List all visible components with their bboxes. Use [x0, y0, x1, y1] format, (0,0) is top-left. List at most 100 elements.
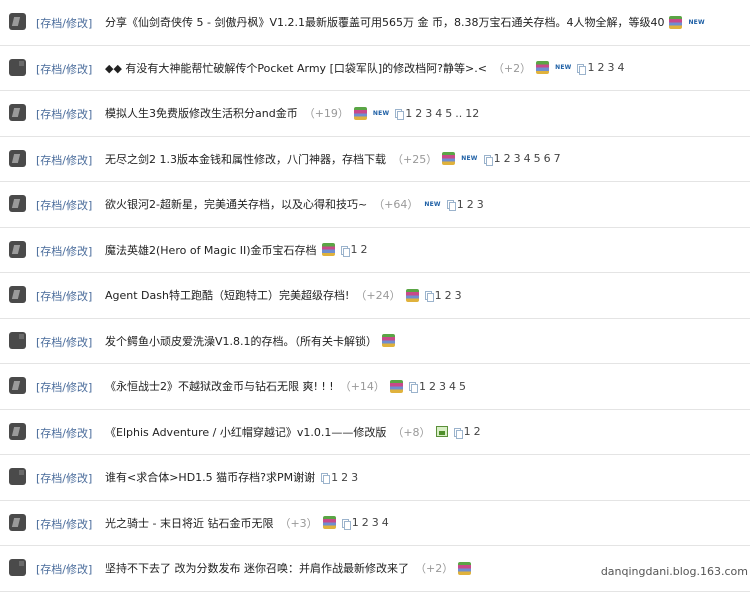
thread-row: [存档/修改] 发个鳄鱼小顽皮爱洗澡V1.8.1的存档。（所有关卡解锁）	[0, 319, 750, 364]
thread-status-icon	[9, 240, 26, 258]
thread-category-link[interactable]: [存档/修改]	[36, 379, 92, 395]
page-link[interactable]: 1	[419, 380, 426, 393]
thread-status-icon	[9, 286, 26, 303]
page-link[interactable]: 2	[474, 425, 481, 438]
page-link[interactable]: 12	[465, 107, 479, 120]
page-link[interactable]: 4	[617, 61, 624, 74]
attachment-stack-icon	[669, 15, 683, 29]
page-link[interactable]: 4	[524, 152, 531, 165]
thread-title-link[interactable]: ◆◆ 有没有大神能帮忙破解传个Pocket Army [口袋军队]的修改档阿?静…	[105, 60, 487, 76]
reply-count: （+24）	[355, 289, 401, 302]
thread-title-link[interactable]: 分享《仙剑奇侠传 5 - 剑傲丹枫》V1.2.1最新版覆盖可用565万 金 币，…	[105, 14, 664, 30]
thread-row: [存档/修改] 无尽之剑2 1.3版本金钱和属性修改，八门神器，存档下载 （+25）…	[0, 137, 750, 182]
thread-row: [存档/修改] 《Elphis Adventure / 小红帽穿越记》v1.0.1…	[0, 410, 750, 455]
thread-title-link[interactable]: 《Elphis Adventure / 小红帽穿越记》v1.0.1——修改版	[105, 424, 386, 440]
page-link[interactable]: 2	[361, 243, 368, 256]
page-link[interactable]: 2	[504, 152, 511, 165]
thread-row: [存档/修改] ◆◆ 有没有大神能帮忙破解传个Pocket Army [口袋军队]…	[0, 46, 750, 91]
page-link[interactable]: 4	[435, 107, 442, 120]
thread-title-link[interactable]: 《永恒战士2》不越狱改金币与钻石无限 爽! ! !	[105, 378, 334, 394]
thread-title-link[interactable]: 发个鳄鱼小顽皮爱洗澡V1.8.1的存档。（所有关卡解锁）	[105, 333, 377, 349]
thread-status-icon	[9, 468, 26, 485]
page-link[interactable]: 3	[372, 516, 379, 529]
page-links: 12345	[419, 380, 469, 393]
attachment-stack-icon	[442, 152, 456, 165]
thread-title-link[interactable]: 欲火银河2-超新星，完美通关存档，以及心得和技巧~	[105, 196, 367, 212]
thread-title-link[interactable]: Agent Dash特工跑酷（短跑特工）完美超级存档!	[105, 287, 349, 303]
page-link[interactable]: 1	[405, 107, 412, 120]
page-link[interactable]: 2	[467, 198, 474, 211]
page-link[interactable]: 1	[352, 516, 359, 529]
page-links: 123	[331, 471, 361, 484]
page-link[interactable]: 3	[425, 107, 432, 120]
multipage-icon	[577, 63, 587, 75]
page-link[interactable]: 1	[331, 471, 338, 484]
page-link[interactable]: 6	[544, 152, 551, 165]
thread-title-link[interactable]: 谁有<求合体>HD1.5 猫币存档?求PM谢谢	[105, 469, 315, 485]
page-link[interactable]: 3	[351, 471, 358, 484]
thread-body: 《Elphis Adventure / 小红帽穿越记》v1.0.1——修改版 （+…	[105, 423, 484, 441]
page-link[interactable]: 4	[382, 516, 389, 529]
attachment-stack-icon	[382, 334, 396, 347]
thread-status-icon	[9, 195, 26, 212]
page-link[interactable]: 2	[415, 107, 422, 120]
reply-count: （+2）	[492, 61, 532, 75]
thread-row: [存档/修改] 分享《仙剑奇侠传 5 - 剑傲丹枫》V1.2.1最新版覆盖可用56…	[0, 0, 750, 46]
page-link[interactable]: 2	[341, 471, 348, 484]
thread-title-link[interactable]: 无尽之剑2 1.3版本金钱和属性修改，八门神器，存档下载	[105, 151, 386, 167]
new-badge: NEW	[555, 64, 572, 71]
thread-body: 《永恒战士2》不越狱改金币与钻石无限 爽! ! ! （+14） 1 2 3 4 5	[105, 377, 469, 395]
thread-title-link[interactable]: 魔法英雄2(Hero of Magic II)金币宝石存档	[105, 242, 317, 258]
attachment-stack-icon	[536, 61, 550, 74]
thread-category-link[interactable]: [存档/修改]	[36, 152, 92, 168]
thread-status-icon	[9, 559, 26, 576]
page-link[interactable]: 5	[445, 107, 452, 120]
page-link[interactable]: 3	[607, 61, 614, 74]
page-link[interactable]: 1	[587, 61, 594, 74]
thread-category-link[interactable]: [存档/修改]	[36, 516, 92, 532]
multipage-icon	[483, 154, 493, 166]
reply-count: （+19）	[303, 107, 349, 120]
page-link[interactable]: 1	[494, 152, 501, 165]
thread-category-link[interactable]: [存档/修改]	[36, 197, 92, 213]
page-links: 1 2 3 4 5.. 12	[405, 107, 482, 120]
thread-category-link[interactable]: [存档/修改]	[36, 561, 92, 577]
page-link[interactable]: 5	[534, 152, 541, 165]
thread-category-link[interactable]: [存档/修改]	[36, 470, 92, 486]
thread-category-link[interactable]: [存档/修改]	[36, 15, 92, 31]
page-link[interactable]: 4	[449, 380, 456, 393]
thread-status-icon	[9, 513, 26, 531]
thread-body: 无尽之剑2 1.3版本金钱和属性修改，八门神器，存档下载 （+25） NEW 1 2 3 4…	[105, 150, 564, 168]
thread-category-link[interactable]: [存档/修改]	[36, 61, 92, 77]
thread-category-link[interactable]: [存档/修改]	[36, 334, 92, 350]
thread-category-link[interactable]: [存档/修改]	[36, 243, 92, 259]
page-link[interactable]: 1	[351, 243, 358, 256]
thread-body: 魔法英雄2(Hero of Magic II)金币宝石存档 1 2	[105, 241, 371, 259]
thread-body: 分享《仙剑奇侠传 5 - 剑傲丹枫》V1.2.1最新版覆盖可用565万 金 币，…	[105, 13, 705, 31]
thread-category-link[interactable]: [存档/修改]	[36, 106, 92, 122]
page-link[interactable]: 1	[435, 289, 442, 302]
thread-category-link[interactable]: [存档/修改]	[36, 425, 92, 441]
thread-status-icon	[9, 331, 26, 349]
page-link[interactable]: 3	[439, 380, 446, 393]
page-link[interactable]: 2	[597, 61, 604, 74]
page-link[interactable]: 1	[457, 198, 464, 211]
page-link[interactable]: 3	[455, 289, 462, 302]
thread-title-link[interactable]: 坚持不下去了 改为分数发布 迷你召唤：并肩作战最新修改来了	[105, 560, 409, 576]
page-links: 123	[435, 289, 465, 302]
thread-row: [存档/修改] 光之骑士 - 末日将近 钻石金币无限 （+3） 1 2 3 4	[0, 501, 750, 546]
thread-title-link[interactable]: 模拟人生3免费版修改生活积分and金币	[105, 105, 298, 121]
page-link[interactable]: 2	[445, 289, 452, 302]
thread-title-link[interactable]: 光之骑士 - 末日将近 钻石金币无限	[105, 515, 273, 531]
thread-category-link[interactable]: [存档/修改]	[36, 288, 92, 304]
page-links: 12	[351, 243, 371, 256]
page-link[interactable]: 3	[477, 198, 484, 211]
page-link[interactable]: 2	[362, 516, 369, 529]
page-link[interactable]: 5	[459, 380, 466, 393]
page-link[interactable]: 1	[464, 425, 471, 438]
page-link[interactable]: 2	[429, 380, 436, 393]
page-link[interactable]: 3	[514, 152, 521, 165]
thread-status-icon	[9, 58, 26, 76]
page-links: 12	[464, 425, 484, 438]
page-link[interactable]: 7	[554, 152, 561, 165]
